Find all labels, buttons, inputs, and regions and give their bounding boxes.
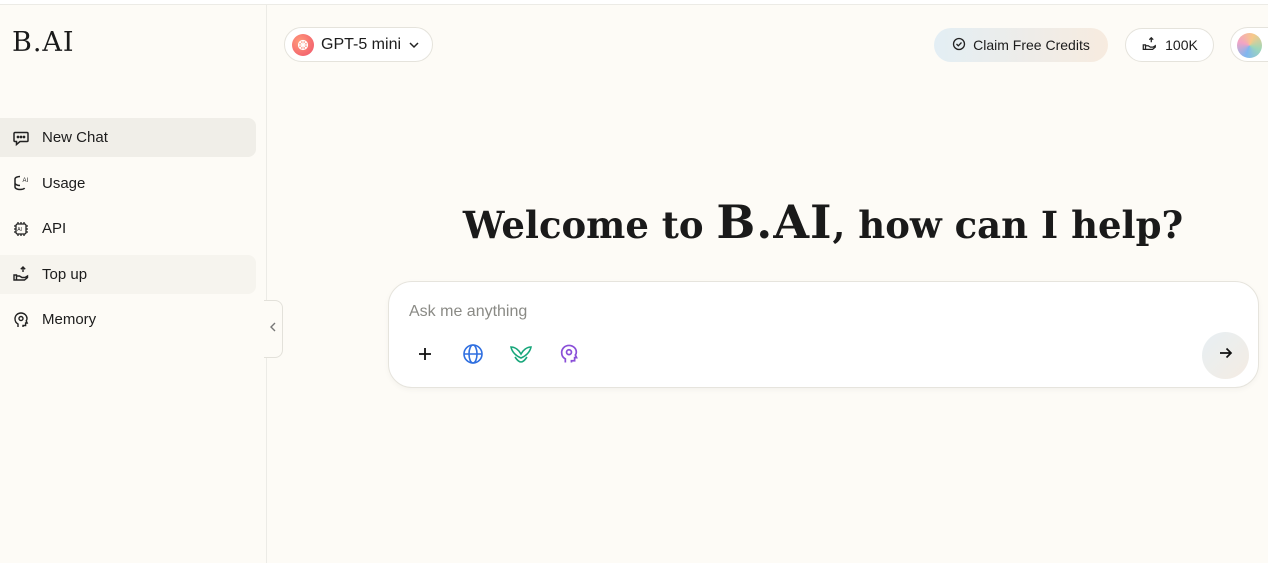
chat-composer — [388, 281, 1259, 388]
attach-button[interactable] — [409, 342, 441, 370]
svg-text:AI: AI — [17, 227, 22, 233]
sidebar-nav: New Chat AI Usage AI API Top up Memory — [0, 118, 256, 346]
avatar — [1237, 33, 1262, 58]
model-name: GPT-5 mini — [321, 35, 402, 53]
plus-icon — [417, 346, 433, 367]
claim-label: Claim Free Credits — [973, 37, 1090, 53]
chevron-left-icon — [269, 320, 277, 338]
composer-tools — [409, 342, 585, 370]
memory-head-icon — [12, 311, 30, 329]
welcome-prefix: Welcome to — [462, 203, 704, 247]
welcome-suffix: , how can I help? — [832, 203, 1184, 247]
claim-free-credits-button[interactable]: Claim Free Credits — [934, 28, 1108, 62]
balance-button[interactable]: 100K — [1125, 28, 1214, 62]
arrow-right-icon — [1218, 346, 1234, 365]
wings-icon — [509, 343, 533, 370]
sidebar-item-label: API — [42, 220, 67, 237]
usage-icon: AI — [12, 174, 30, 192]
welcome-brand: B.AI — [716, 195, 833, 249]
memory-button[interactable] — [553, 342, 585, 370]
chip-icon: AI — [12, 220, 30, 238]
web-search-button[interactable] — [457, 342, 489, 370]
sidebar-item-label: Usage — [42, 174, 86, 192]
sidebar: B.AI New Chat AI Usage AI API Top up Mem… — [0, 5, 267, 563]
balance-value: 100K — [1165, 37, 1198, 53]
model-selector[interactable]: GPT-5 mini — [284, 27, 434, 62]
agent-button[interactable] — [505, 342, 537, 370]
send-button[interactable] — [1202, 332, 1249, 379]
sidebar-item-label: Memory — [42, 311, 97, 328]
sidebar-item-label: New Chat — [42, 129, 108, 146]
chevron-down-icon — [408, 36, 420, 54]
sidebar-item-label: Top up — [42, 265, 88, 283]
top-up-icon — [12, 265, 30, 283]
welcome-heading: Welcome to B.AI, how can I help? — [388, 195, 1258, 249]
sidebar-item-usage[interactable]: AI Usage — [0, 164, 256, 203]
sidebar-item-new-chat[interactable]: New Chat — [0, 118, 256, 157]
sidebar-item-memory[interactable]: Memory — [0, 300, 256, 339]
sidebar-item-top-up[interactable]: Top up — [0, 254, 256, 294]
globe-icon — [462, 343, 484, 370]
logo[interactable]: B.AI — [12, 27, 75, 58]
check-circle-icon — [952, 37, 966, 54]
sidebar-item-api[interactable]: AI API — [0, 209, 256, 248]
memory-head-icon — [558, 343, 580, 370]
svg-text:AI: AI — [23, 178, 29, 184]
chat-bubble-icon — [12, 129, 30, 147]
account-button[interactable] — [1230, 27, 1268, 62]
top-up-icon — [1141, 36, 1158, 55]
collapse-sidebar-button[interactable] — [264, 300, 283, 358]
model-logo-icon — [292, 33, 314, 56]
prompt-input[interactable] — [409, 300, 1169, 324]
